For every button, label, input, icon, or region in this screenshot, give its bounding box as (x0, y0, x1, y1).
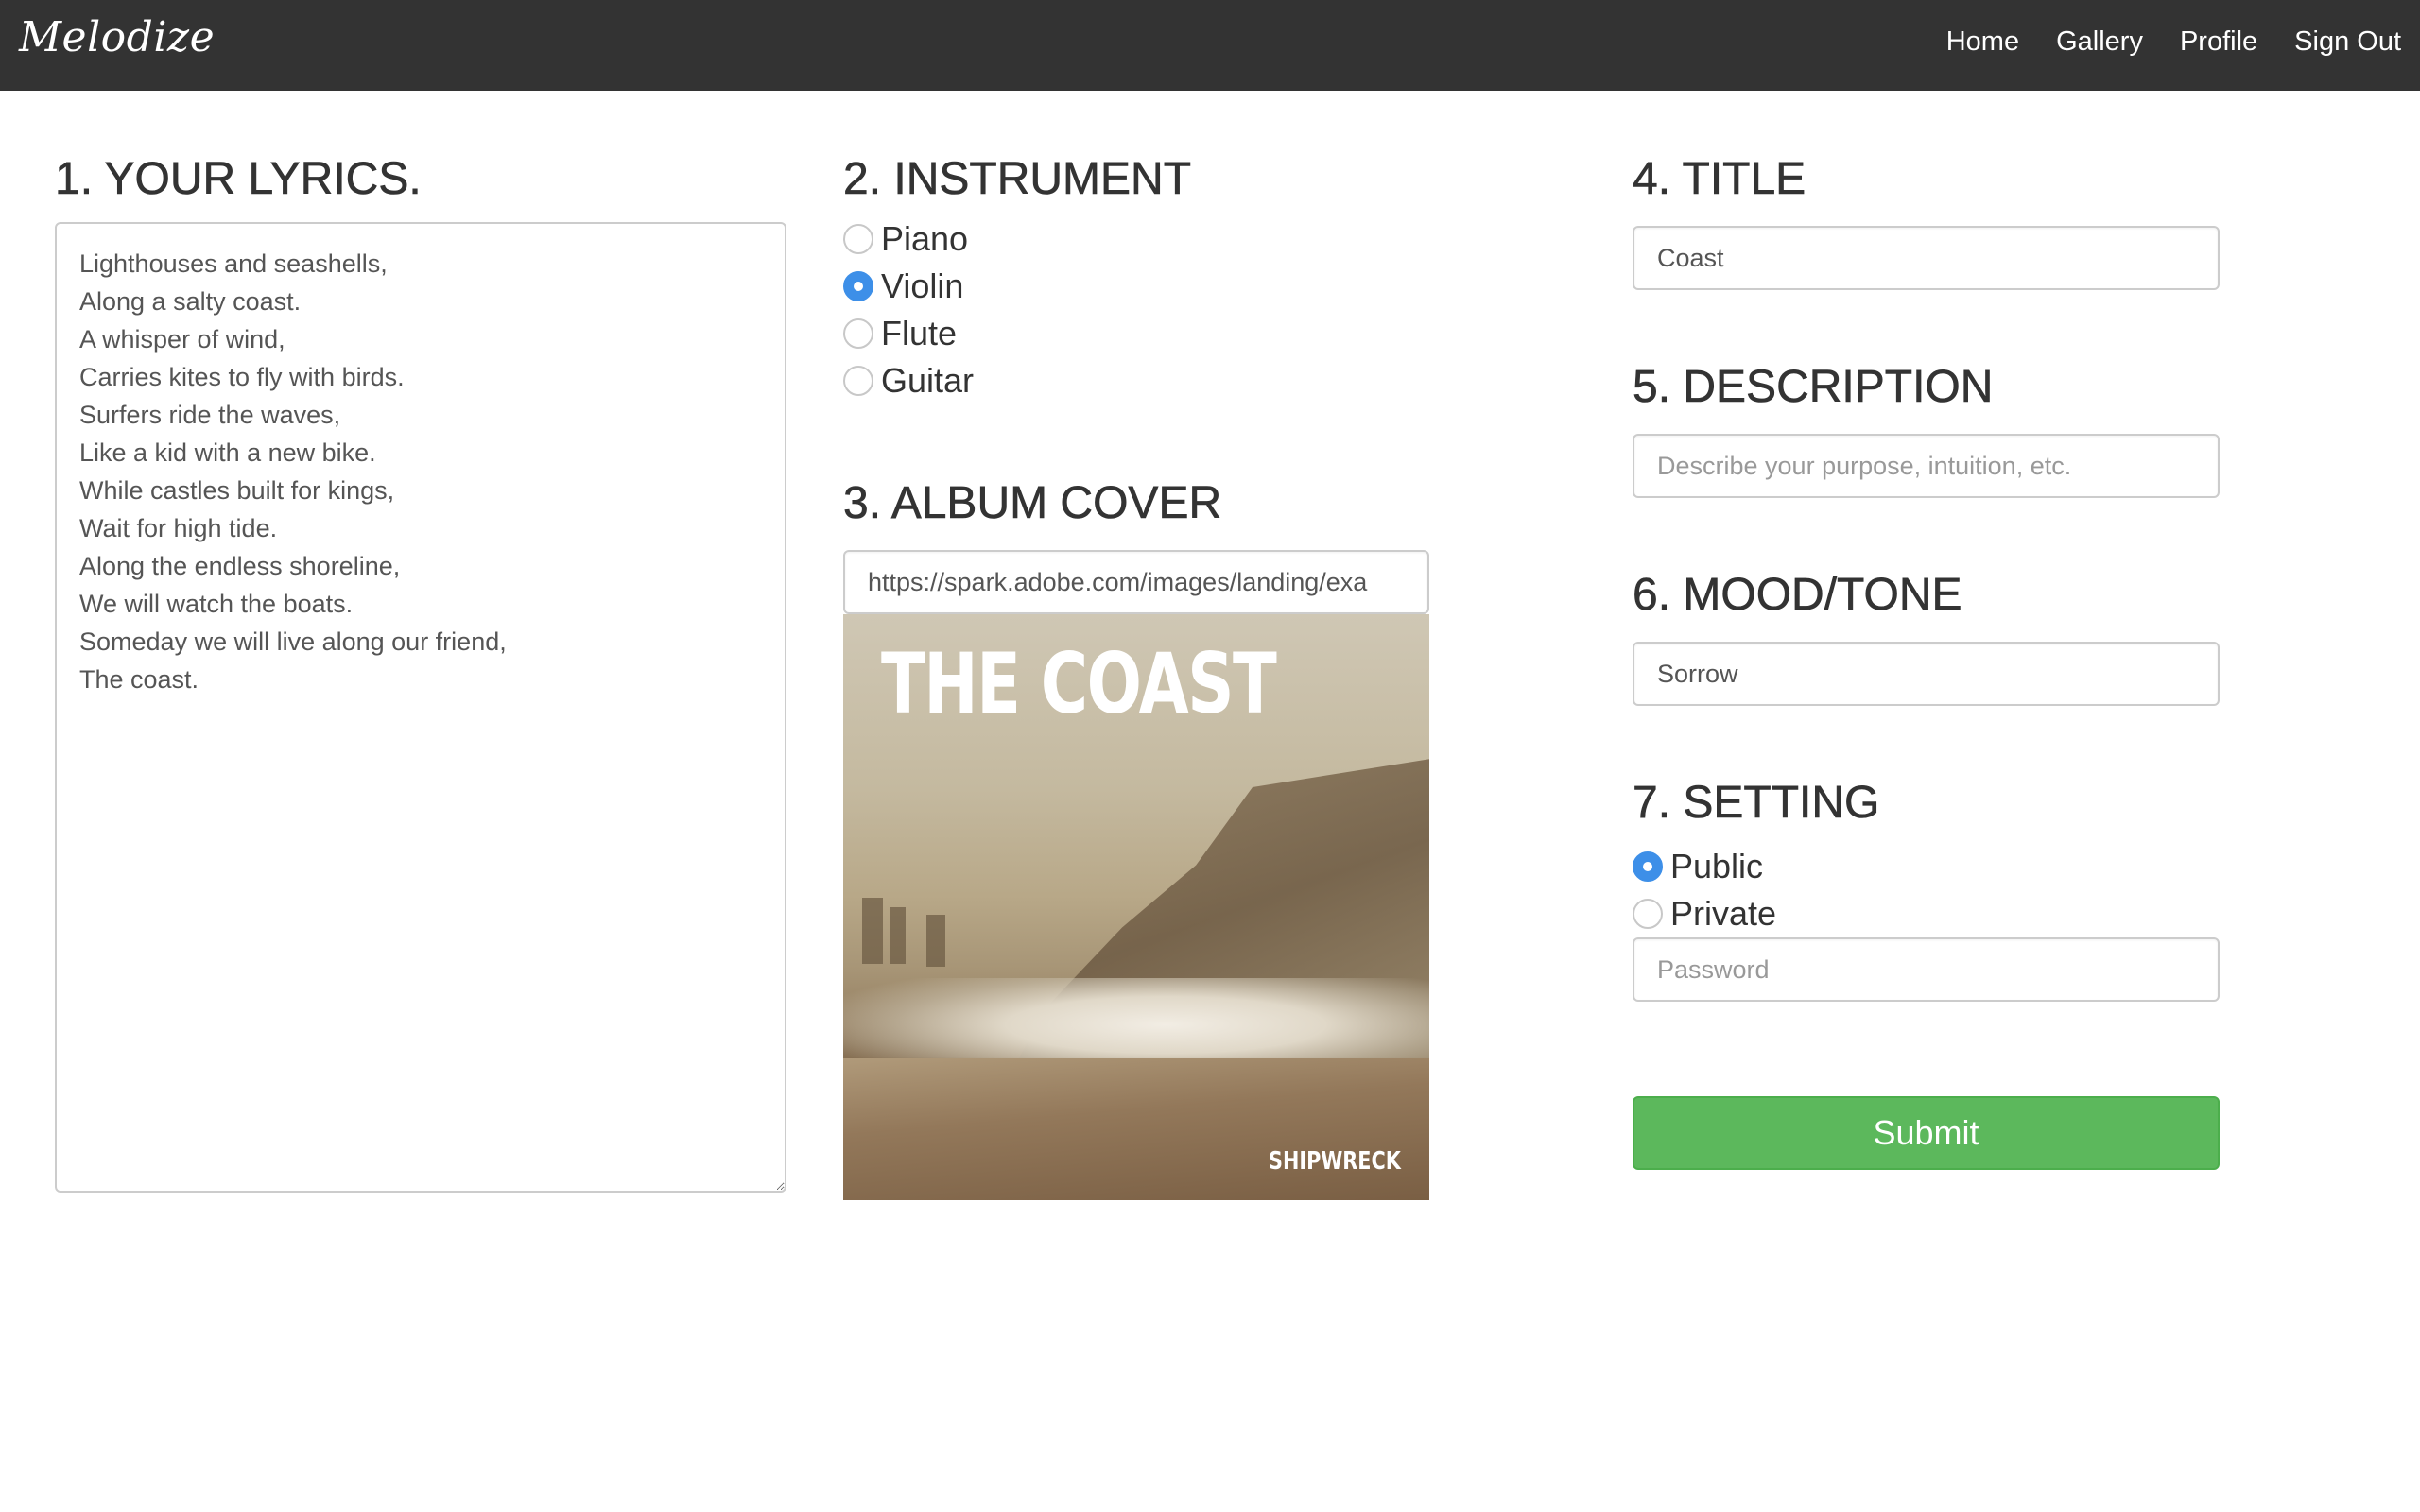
navbar: Melodize Home Gallery Profile Sign Out (0, 0, 2420, 91)
instrument-option-violin[interactable]: Violin (843, 263, 1429, 310)
instrument-option-label: Flute (881, 314, 958, 352)
description-input[interactable] (1633, 434, 2220, 498)
lyrics-textarea[interactable]: Lighthouses and seashells, Along a salty… (55, 222, 786, 1193)
title-heading: 4. TITLE (1633, 154, 1806, 205)
description-heading: 5. DESCRIPTION (1633, 362, 1994, 413)
instrument-option-label: Guitar (881, 361, 975, 400)
brand-logo[interactable]: Melodize (19, 13, 215, 61)
instrument-option-flute[interactable]: Flute (843, 310, 1429, 357)
setting-heading: 7. SETTING (1633, 778, 1880, 829)
nav-link-home[interactable]: Home (1946, 26, 2019, 58)
setting-option-label: Public (1670, 847, 1764, 885)
lyrics-column: 1. YOUR LYRICS. Lighthouses and seashell… (55, 151, 786, 1193)
instrument-heading: 2. INSTRUMENT (843, 154, 1192, 205)
lyrics-heading: 1. YOUR LYRICS. (55, 154, 422, 205)
radio-piano[interactable] (843, 224, 873, 254)
nav-link-sign-out[interactable]: Sign Out (2294, 26, 2401, 58)
sea-stack-shape (890, 907, 906, 964)
instrument-option-guitar[interactable]: Guitar (843, 357, 1429, 404)
setting-option-label: Private (1670, 894, 1777, 933)
sea-stack-shape (862, 898, 883, 964)
instrument-radio-group: Piano Violin Flute Guitar (843, 215, 1429, 404)
nav-links: Home Gallery Profile Sign Out (1910, 26, 2401, 58)
album-cover-title: THE COAST (881, 635, 1277, 732)
album-cover-heading: 3. ALBUM COVER (843, 478, 1222, 529)
album-cover-artist: SHIPWRECK (1269, 1147, 1401, 1176)
instrument-option-label: Piano (881, 219, 969, 258)
title-input[interactable] (1633, 226, 2220, 290)
sea-stack-shape (926, 915, 945, 967)
radio-guitar[interactable] (843, 366, 873, 396)
submit-button[interactable]: Submit (1633, 1096, 2220, 1170)
album-cover-image: THE COAST SHIPWRECK (843, 614, 1429, 1200)
radio-public[interactable] (1633, 851, 1663, 882)
radio-violin[interactable] (843, 271, 873, 301)
nav-link-gallery[interactable]: Gallery (2056, 26, 2143, 58)
radio-private[interactable] (1633, 899, 1663, 929)
mood-heading: 6. MOOD/TONE (1633, 570, 1962, 621)
instrument-option-label: Violin (881, 266, 964, 305)
beach-shape (843, 1058, 1429, 1200)
nav-link-profile[interactable]: Profile (2180, 26, 2257, 58)
details-column: 4. TITLE 5. DESCRIPTION 6. MOOD/TONE 7. … (1633, 151, 2220, 1170)
setting-option-public[interactable]: Public (1633, 843, 2220, 890)
setting-radio-group: Public Private (1633, 843, 2220, 937)
album-cover-url-input[interactable] (843, 550, 1429, 614)
password-input[interactable] (1633, 937, 2220, 1002)
instrument-column: 2. INSTRUMENT Piano Violin Flute Guitar … (843, 151, 1429, 1200)
setting-option-private[interactable]: Private (1633, 890, 2220, 937)
instrument-option-piano[interactable]: Piano (843, 215, 1429, 263)
mood-input[interactable] (1633, 642, 2220, 706)
radio-flute[interactable] (843, 318, 873, 349)
